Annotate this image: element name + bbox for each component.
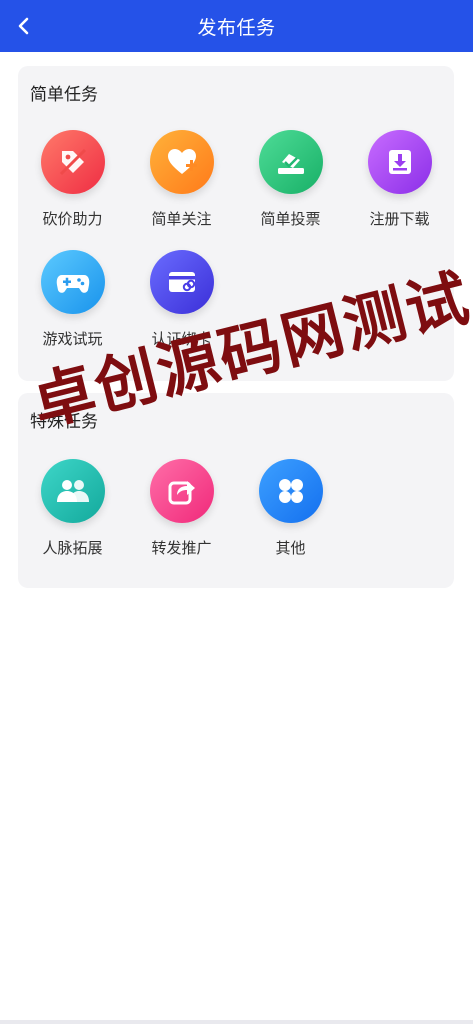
task-label: 转发推广	[151, 539, 212, 557]
ballot-box-icon	[258, 130, 323, 194]
heart-plus-icon	[149, 130, 214, 194]
task-simple-vote[interactable]: 简单投票	[236, 130, 345, 250]
chevron-left-icon	[18, 17, 29, 35]
task-register-download[interactable]: 注册下载	[345, 130, 454, 250]
task-label: 人脉拓展	[42, 539, 103, 557]
section-simple-tasks: 简单任务 砍价助力 简单关注 简单投票 注册下载 游戏试玩 认证绑卡	[18, 66, 454, 381]
task-other[interactable]: 其他	[236, 459, 345, 579]
section-title: 简单任务	[30, 85, 98, 105]
download-tray-icon	[367, 130, 432, 194]
users-icon	[40, 459, 105, 523]
share-icon	[149, 459, 214, 523]
task-game-trial[interactable]: 游戏试玩	[18, 250, 127, 370]
task-label: 注册下载	[369, 210, 430, 228]
task-label: 简单投票	[260, 210, 321, 228]
task-simple-follow[interactable]: 简单关注	[127, 130, 236, 250]
card-link-icon	[149, 250, 214, 314]
task-share-promote[interactable]: 转发推广	[127, 459, 236, 579]
back-button[interactable]	[6, 8, 42, 44]
page-title: 发布任务	[197, 16, 276, 39]
task-network-expand[interactable]: 人脉拓展	[18, 459, 127, 579]
task-label: 游戏试玩	[42, 330, 103, 348]
task-label: 砍价助力	[42, 210, 103, 228]
gamepad-icon	[40, 250, 105, 314]
section-special-tasks: 特殊任务 人脉拓展 转发推广 其他	[18, 393, 454, 588]
section-title: 特殊任务	[30, 412, 98, 432]
bottom-edge	[0, 1020, 473, 1024]
task-label: 简单关注	[151, 210, 212, 228]
task-label: 认证绑卡	[151, 330, 212, 348]
task-verify-bind-card[interactable]: 认证绑卡	[127, 250, 236, 370]
task-bargain-assist[interactable]: 砍价助力	[18, 130, 127, 250]
four-leaf-icon	[258, 459, 323, 523]
price-tag-slash-icon	[40, 130, 105, 194]
task-label: 其他	[275, 539, 306, 557]
header-bar: 发布任务	[0, 0, 473, 52]
